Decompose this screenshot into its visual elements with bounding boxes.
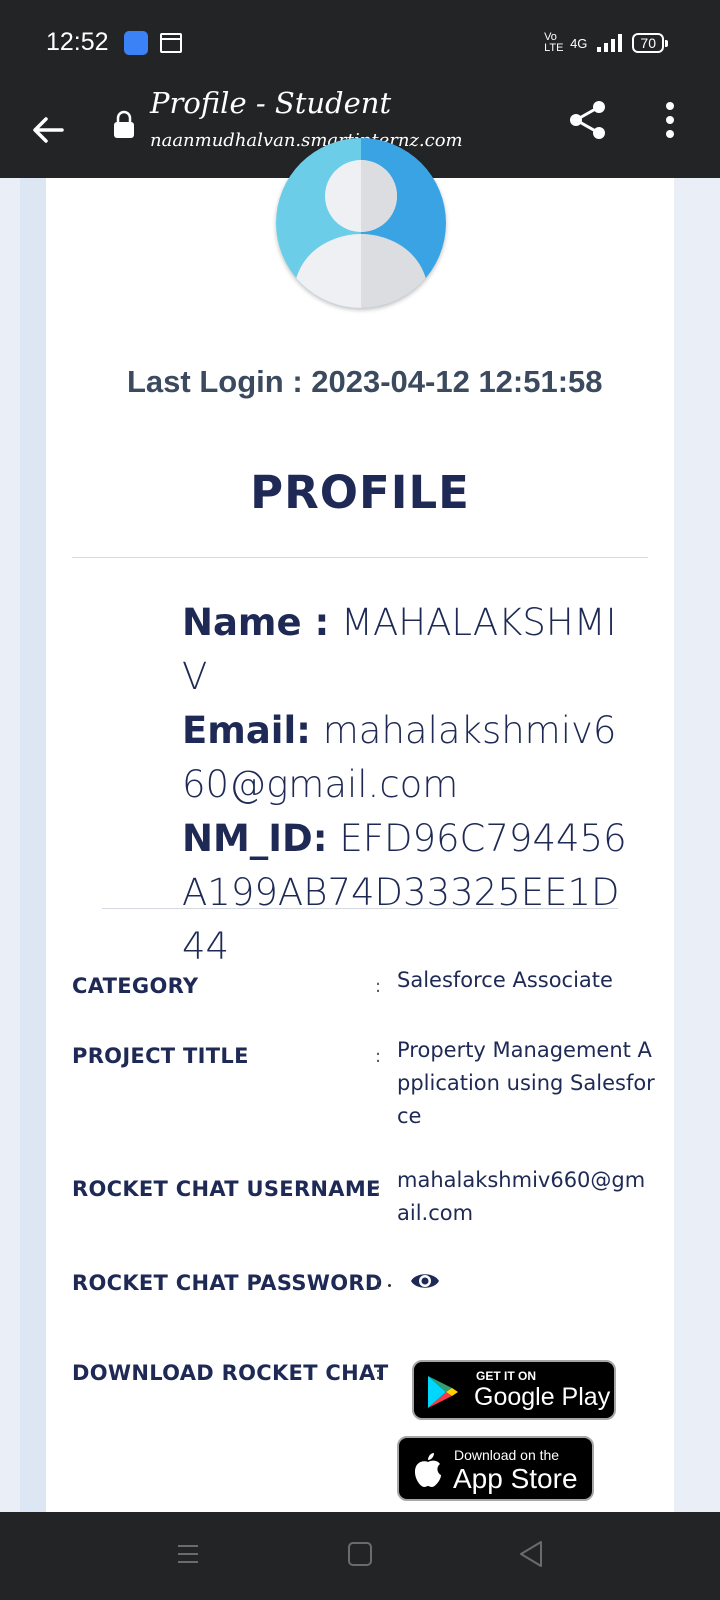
- app-store-button[interactable]: Download on the App Store: [397, 1436, 594, 1501]
- category-label: CATEGORY: [72, 974, 199, 998]
- divider: [102, 908, 618, 909]
- divider: [72, 557, 648, 558]
- avatar: [276, 138, 446, 308]
- calendar-notification-icon: [160, 33, 182, 53]
- identity-block: Name : MAHALAKSHMI V Email: mahalakshmiv…: [182, 596, 632, 974]
- nav-menu-icon[interactable]: [176, 1542, 200, 1566]
- apple-icon: [415, 1453, 441, 1487]
- eye-icon[interactable]: [410, 1270, 440, 1292]
- nav-home-icon[interactable]: [348, 1542, 372, 1566]
- colon: :: [375, 1273, 382, 1294]
- email-line: Email: mahalakshmiv660@gmail.com: [182, 709, 616, 806]
- google-play-button[interactable]: GET IT ON Google Play: [412, 1360, 616, 1420]
- volte-indicator: Vo LTE: [544, 31, 564, 54]
- app-store-big-text: App Store: [453, 1463, 578, 1494]
- lock-icon: [114, 110, 134, 138]
- share-icon[interactable]: [566, 98, 610, 142]
- signal-icon: [597, 34, 623, 52]
- password-mask: [388, 1284, 391, 1287]
- last-login-text: Last Login : 2023-04-12 12:51:58: [127, 364, 603, 399]
- colon: :: [375, 1046, 382, 1067]
- nmid-line: NM_ID: EFD96C794456A199AB74D33325EE1D44: [182, 817, 627, 968]
- google-play-small-text: GET IT ON: [476, 1369, 536, 1383]
- email-label: Email:: [182, 709, 311, 752]
- nmid-label: NM_ID:: [182, 817, 328, 860]
- back-arrow-icon[interactable]: [28, 110, 68, 150]
- download-rocket-chat-label: DOWNLOAD ROCKET CHAT: [72, 1361, 389, 1385]
- rocket-chat-password-label: ROCKET CHAT PASSWORD: [72, 1271, 383, 1295]
- battery-indicator: 70: [632, 33, 668, 53]
- google-play-icon: [428, 1376, 458, 1408]
- name-line: Name : MAHALAKSHMI V: [182, 601, 617, 698]
- colon: :: [375, 976, 382, 997]
- name-label: Name :: [182, 601, 330, 644]
- status-right-group: Vo LTE 4G 70: [544, 31, 668, 54]
- system-nav-bar: [0, 1512, 720, 1600]
- page-title: Profile - Student: [150, 86, 392, 120]
- network-type: 4G: [570, 35, 588, 51]
- avatar-icon: [276, 138, 446, 308]
- project-title-label: PROJECT TITLE: [72, 1044, 249, 1068]
- colon: :: [375, 1363, 382, 1384]
- category-value: Salesforce Associate: [397, 968, 613, 992]
- nav-back-icon[interactable]: [518, 1540, 544, 1568]
- page-url[interactable]: naanmudhalvan.smartinternz.com: [150, 130, 463, 151]
- status-time: 12:52: [46, 28, 109, 56]
- rocket-chat-username-label: ROCKET CHAT USERNAME: [72, 1177, 381, 1201]
- project-title-value: Property Management Application using Sa…: [397, 1038, 655, 1128]
- google-play-big-text: Google Play: [474, 1383, 611, 1411]
- colon: :: [375, 1179, 382, 1200]
- app-store-small-text: Download on the: [454, 1447, 560, 1463]
- page-left-margin: [20, 178, 46, 1512]
- status-bar: 12:52 Vo LTE 4G 70: [0, 0, 720, 86]
- rocket-chat-username-value: mahalakshmiv660@gmail.com: [397, 1168, 646, 1225]
- android-notification-icon: [124, 31, 148, 55]
- profile-heading: PROFILE: [250, 466, 470, 519]
- more-vert-icon[interactable]: [660, 98, 680, 142]
